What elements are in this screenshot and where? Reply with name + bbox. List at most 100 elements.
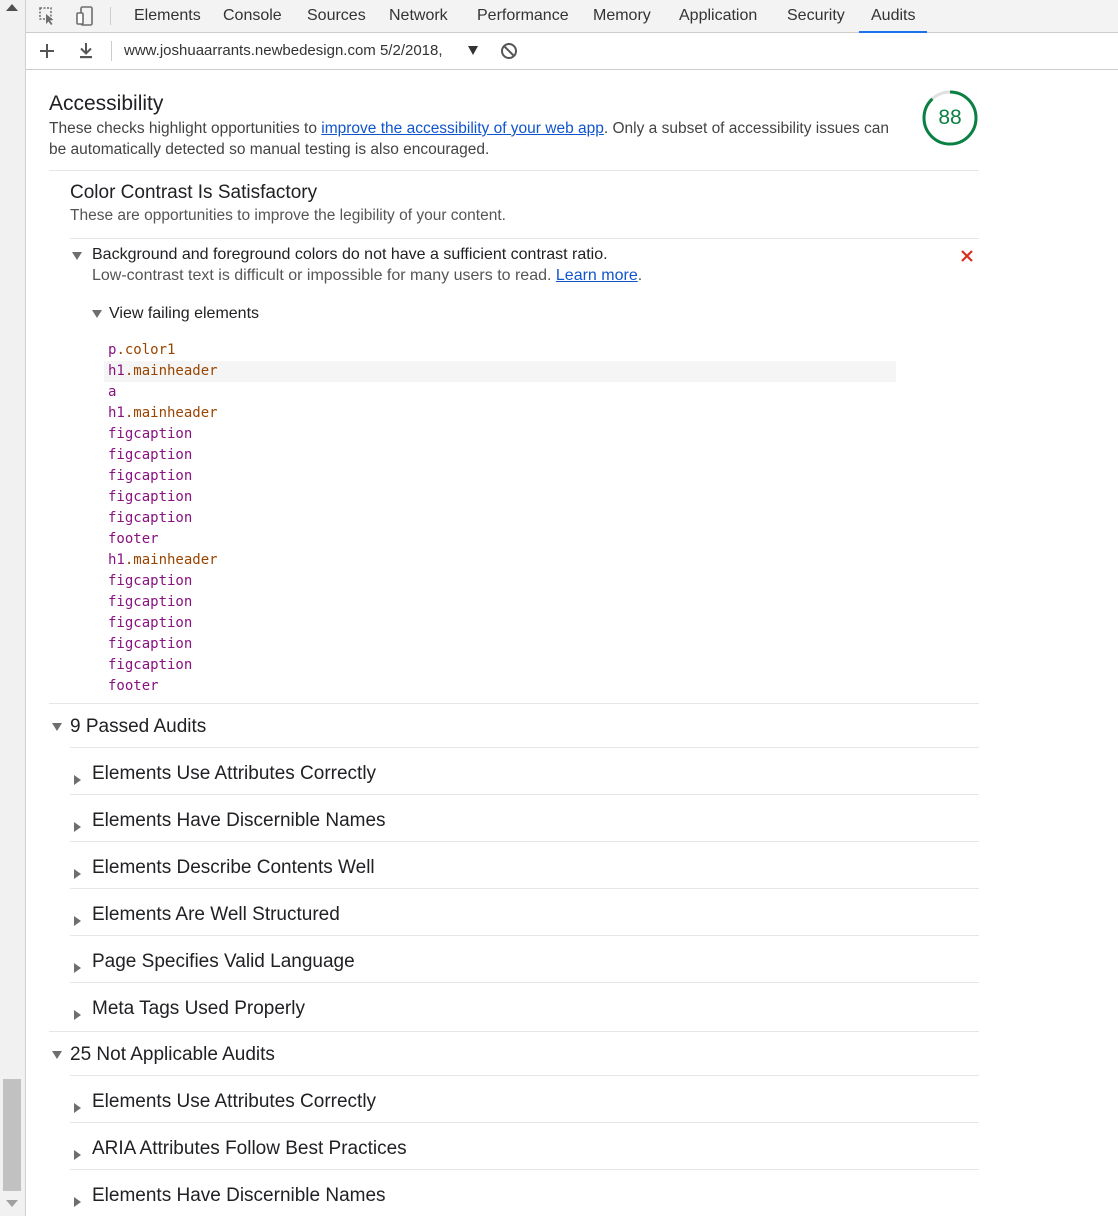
failing-element-row[interactable]: figcaption — [108, 655, 192, 676]
failed-audit-description: Low-contrast text is difficult or imposs… — [92, 267, 642, 285]
failing-element-row[interactable]: figcaption — [108, 592, 192, 613]
tab-application[interactable]: Application — [679, 0, 757, 32]
toolbar-separator — [110, 7, 111, 25]
group-title: Color Contrast Is Satisfactory — [70, 182, 318, 203]
audit-item[interactable]: Elements Use Attributes Correctly — [92, 763, 376, 785]
divider — [70, 888, 979, 889]
element-tag: figcaption — [108, 594, 193, 610]
category-description: These checks highlight opportunities to … — [49, 118, 909, 160]
divider — [70, 982, 979, 983]
element-tag: h1 — [108, 552, 125, 568]
audit-item[interactable]: Page Specifies Valid Language — [92, 951, 355, 973]
tab-security[interactable]: Security — [787, 0, 845, 32]
not-applicable-arrow-icon[interactable] — [52, 1051, 62, 1059]
element-tag: figcaption — [108, 636, 193, 652]
element-class: .mainheader — [124, 363, 218, 379]
tab-elements[interactable]: Elements — [134, 0, 201, 32]
divider — [70, 747, 979, 748]
element-tag: h1 — [108, 405, 125, 421]
accessibility-doc-link[interactable]: improve the accessibility of your web ap… — [321, 120, 604, 137]
not-applicable-audits-header[interactable]: 25 Not Applicable Audits — [70, 1044, 275, 1066]
failing-element-row[interactable]: h1.mainheader — [108, 361, 218, 382]
audit-item[interactable]: Elements Are Well Structured — [92, 904, 340, 926]
score-value: 88 — [938, 106, 962, 129]
divider — [49, 703, 979, 704]
failing-element-row[interactable]: figcaption — [108, 424, 192, 445]
passed-audits-header[interactable]: 9 Passed Audits — [70, 716, 206, 738]
tab-audits[interactable]: Audits — [858, 0, 929, 33]
inspect-element-icon[interactable] — [38, 6, 58, 26]
view-failing-elements-toggle[interactable]: View failing elements — [109, 305, 259, 323]
download-report-icon[interactable] — [78, 42, 94, 60]
element-tag: figcaption — [108, 510, 193, 526]
view-failing-arrow-icon[interactable] — [92, 310, 102, 318]
failing-element-row[interactable]: h1.mainheader — [108, 403, 218, 424]
divider — [70, 841, 979, 842]
collapsed-arrow-icon[interactable] — [74, 916, 81, 926]
tab-memory[interactable]: Memory — [593, 0, 651, 32]
element-tag: figcaption — [108, 426, 193, 442]
tab-sources[interactable]: Sources — [307, 0, 366, 32]
page-scrollbar[interactable] — [0, 0, 26, 1216]
failing-element-row[interactable]: p.color1 — [108, 340, 175, 361]
failing-element-row[interactable]: a — [108, 382, 116, 403]
audits-toolbar: www.joshuaarrants.newbedesign.com 5/2/20… — [26, 33, 1118, 70]
scroll-up-arrow-icon[interactable] — [6, 4, 18, 11]
add-audit-icon[interactable] — [39, 43, 55, 59]
tab-performance[interactable]: Performance — [477, 0, 569, 32]
devtools-tab-bar: Elements Console Sources Network Perform… — [26, 0, 1118, 33]
failing-element-row[interactable]: figcaption — [108, 445, 192, 466]
audit-item[interactable]: ARIA Attributes Follow Best Practices — [92, 1138, 407, 1160]
learn-more-link[interactable]: Learn more — [556, 267, 638, 284]
group-description: These are opportunities to improve the l… — [70, 207, 506, 224]
collapsed-arrow-icon[interactable] — [74, 1150, 81, 1160]
failing-element-row[interactable]: figcaption — [108, 571, 192, 592]
report-selector[interactable]: www.joshuaarrants.newbedesign.com 5/2/20… — [124, 33, 443, 69]
failing-element-row[interactable]: h1.mainheader — [108, 550, 218, 571]
audit-item[interactable]: Elements Have Discernible Names — [92, 1185, 386, 1207]
collapsed-arrow-icon[interactable] — [74, 1197, 81, 1207]
failing-element-row[interactable]: footer — [108, 676, 159, 697]
element-tag: figcaption — [108, 489, 193, 505]
divider — [70, 1075, 979, 1076]
scroll-down-arrow-icon[interactable] — [6, 1200, 18, 1207]
collapsed-arrow-icon[interactable] — [74, 775, 81, 785]
element-class: .mainheader — [124, 405, 218, 421]
divider — [70, 238, 979, 239]
collapsed-arrow-icon[interactable] — [74, 822, 81, 832]
clear-all-icon[interactable] — [500, 42, 518, 60]
failing-element-row[interactable]: figcaption — [108, 613, 192, 634]
audit-item[interactable]: Meta Tags Used Properly — [92, 998, 305, 1020]
divider — [49, 1031, 979, 1032]
failing-element-row[interactable]: figcaption — [108, 466, 192, 487]
report-dropdown-arrow-icon[interactable] — [468, 46, 478, 55]
audit-item[interactable]: Elements Describe Contents Well — [92, 857, 375, 879]
collapsed-arrow-icon[interactable] — [74, 1010, 81, 1020]
divider — [70, 1169, 979, 1170]
toolbar-separator — [111, 41, 112, 61]
category-desc-text: These checks highlight opportunities to — [49, 120, 322, 137]
report-content: Accessibility These checks highlight opp… — [26, 70, 1118, 1216]
expanded-arrow-icon[interactable] — [72, 252, 82, 260]
scrollbar-thumb[interactable] — [3, 1079, 21, 1191]
collapsed-arrow-icon[interactable] — [74, 963, 81, 973]
element-tag: footer — [108, 531, 159, 547]
failing-element-row[interactable]: figcaption — [108, 487, 192, 508]
failing-element-row[interactable]: figcaption — [108, 634, 192, 655]
hovered-row-highlight — [104, 361, 896, 382]
divider — [70, 1122, 979, 1123]
passed-audits-arrow-icon[interactable] — [52, 723, 62, 731]
tab-console[interactable]: Console — [223, 0, 282, 32]
audit-item[interactable]: Elements Use Attributes Correctly — [92, 1091, 376, 1113]
failed-audit-title[interactable]: Background and foreground colors do not … — [92, 246, 608, 264]
tab-network[interactable]: Network — [389, 0, 448, 32]
audit-item[interactable]: Elements Have Discernible Names — [92, 810, 386, 832]
collapsed-arrow-icon[interactable] — [74, 869, 81, 879]
divider — [49, 170, 979, 171]
element-tag: figcaption — [108, 615, 193, 631]
failing-element-row[interactable]: figcaption — [108, 508, 192, 529]
failing-element-row[interactable]: footer — [108, 529, 159, 550]
collapsed-arrow-icon[interactable] — [74, 1103, 81, 1113]
category-title: Accessibility — [49, 92, 164, 115]
device-toolbar-icon[interactable] — [75, 6, 95, 26]
